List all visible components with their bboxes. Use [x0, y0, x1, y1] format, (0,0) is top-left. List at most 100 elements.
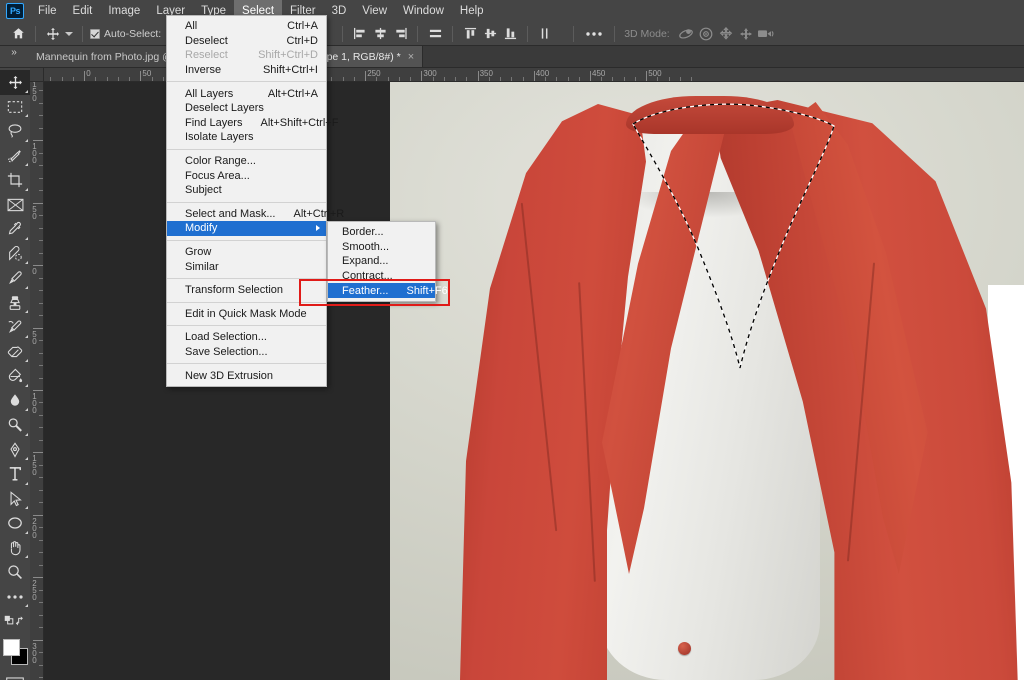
- align-bottom-edges-icon[interactable]: [500, 25, 520, 43]
- zoom-tool[interactable]: [0, 560, 30, 585]
- select-menu-item-deselect[interactable]: Deselect Ctrl+D: [167, 34, 326, 49]
- frame-tool[interactable]: [0, 193, 30, 218]
- roll-3d-icon[interactable]: [696, 25, 716, 43]
- path-selection-tool[interactable]: [0, 487, 30, 512]
- tool-group-indicator: [25, 310, 28, 313]
- align-horizontal-centers-icon[interactable]: [370, 25, 390, 43]
- menu-item-shortcut: Shift+Ctrl+I: [262, 64, 318, 77]
- clone-stamp-tool[interactable]: [0, 291, 30, 316]
- menu-3d[interactable]: 3D: [324, 0, 355, 22]
- menu-item-shortcut: Alt+Shift+Ctrl+F: [260, 116, 339, 129]
- pen-tool[interactable]: [0, 438, 30, 463]
- crop-tool[interactable]: [0, 168, 30, 193]
- menu-help[interactable]: Help: [452, 0, 492, 22]
- distribute-horizontally-icon[interactable]: [425, 25, 445, 43]
- history-brush-tool[interactable]: [0, 315, 30, 340]
- eyedropper-tool[interactable]: [0, 217, 30, 242]
- more-options-icon[interactable]: [581, 25, 607, 43]
- foreground-color-swatch[interactable]: [3, 638, 20, 656]
- align-right-edges-icon[interactable]: [390, 25, 410, 43]
- select-menu-item-all-layers[interactable]: All Layers Alt+Ctrl+A: [167, 86, 326, 101]
- menu-item-label: Smooth...: [342, 240, 390, 253]
- menu-image[interactable]: Image: [100, 0, 148, 22]
- select-menu-item-inverse[interactable]: Inverse Shift+Ctrl+I: [167, 63, 326, 78]
- align-top-edges-icon[interactable]: [460, 25, 480, 43]
- auto-select-checkbox[interactable]: [90, 28, 100, 39]
- select-menu-item-load-selection[interactable]: Load Selection...: [167, 330, 326, 345]
- orbit-3d-icon[interactable]: [676, 25, 696, 43]
- default-colors-and-swap-icons[interactable]: [0, 609, 30, 634]
- menu-item-label: All Layers: [185, 87, 234, 100]
- modify-item-smooth[interactable]: Smooth...: [328, 240, 435, 255]
- menu-item-label: Inverse: [185, 64, 222, 77]
- hand-tool[interactable]: [0, 536, 30, 561]
- select-menu-item-grow[interactable]: Grow: [167, 245, 326, 260]
- modify-item-feather[interactable]: Feather... Shift+F6: [328, 283, 448, 298]
- home-icon[interactable]: [8, 25, 28, 43]
- menu-window[interactable]: Window: [395, 0, 452, 22]
- select-menu-item-color-range[interactable]: Color Range...: [167, 154, 326, 169]
- object-selection-tool[interactable]: [0, 144, 30, 169]
- rectangular-marquee-tool[interactable]: [0, 95, 30, 120]
- select-menu-item-similar[interactable]: Similar: [167, 259, 326, 274]
- ruler-corner[interactable]: [30, 68, 44, 82]
- tool-group-indicator: [25, 530, 28, 534]
- select-menu-item-all[interactable]: All Ctrl+A: [167, 19, 326, 34]
- align-vertical-centers-icon[interactable]: [480, 25, 500, 43]
- select-menu-item-deselect-layers[interactable]: Deselect Layers: [167, 101, 326, 116]
- three-d-mode-label: 3D Mode:: [624, 27, 670, 40]
- close-icon[interactable]: ×: [408, 51, 414, 63]
- align-left-edges-icon[interactable]: [350, 25, 370, 43]
- select-menu-item-subject[interactable]: Subject: [167, 183, 326, 198]
- ellipse-tool[interactable]: [0, 511, 30, 536]
- menu-edit[interactable]: Edit: [65, 0, 101, 22]
- select-menu-item-reselect[interactable]: Reselect Shift+Ctrl+D: [167, 48, 326, 63]
- menu-item-label: Find Layers: [185, 116, 243, 129]
- camera-3d-icon[interactable]: [756, 25, 776, 43]
- menu-file[interactable]: File: [30, 0, 65, 22]
- select-menu-item-isolate-layers[interactable]: Isolate Layers: [167, 130, 326, 145]
- gradient-tool[interactable]: [0, 364, 30, 389]
- horizontal-type-tool[interactable]: [0, 462, 30, 487]
- select-menu-item-focus-area[interactable]: Focus Area...: [167, 168, 326, 183]
- select-menu-item-new-3d-extrusion[interactable]: New 3D Extrusion: [167, 368, 326, 383]
- edit-in-quick-mask-mode-button[interactable]: [0, 672, 30, 680]
- divider: [573, 25, 575, 42]
- select-menu-item-modify[interactable]: Modify: [167, 221, 326, 236]
- modify-item-contract[interactable]: Contract...: [328, 269, 435, 284]
- menu-view[interactable]: View: [354, 0, 395, 22]
- modify-item-expand[interactable]: Expand...: [328, 254, 435, 269]
- lasso-tool[interactable]: [0, 119, 30, 144]
- spot-healing-brush-tool[interactable]: [0, 242, 30, 267]
- modify-submenu[interactable]: Border... Smooth... Expand... Contract... Fe…: [327, 221, 448, 302]
- ruler-label: 250: [367, 69, 381, 78]
- move-tool-icon[interactable]: [43, 25, 63, 43]
- slide-3d-icon[interactable]: [736, 25, 756, 43]
- move-tool[interactable]: [0, 70, 30, 95]
- pan-3d-icon[interactable]: [716, 25, 736, 43]
- brush-tool[interactable]: [0, 266, 30, 291]
- dodge-tool[interactable]: [0, 413, 30, 438]
- select-menu-item-edit-in-quick-mask-mode[interactable]: Edit in Quick Mask Mode: [167, 307, 326, 322]
- select-menu-item-find-layers[interactable]: Find Layers Alt+Shift+Ctrl+F: [167, 116, 338, 131]
- options-bar: Auto-Select: Layer 3D Mode:: [0, 22, 1024, 46]
- ruler-label: 50: [30, 329, 39, 344]
- collapse-panels-button[interactable]: »: [0, 46, 28, 67]
- select-menu-item-select-and-mask[interactable]: Select and Mask... Alt+Ctrl+R: [167, 207, 344, 222]
- menu-separator: [167, 201, 326, 203]
- blur-tool[interactable]: [0, 389, 30, 414]
- modify-item-border[interactable]: Border...: [328, 225, 435, 240]
- document-canvas[interactable]: [390, 82, 1024, 680]
- select-menu-item-save-selection[interactable]: Save Selection...: [167, 345, 326, 360]
- menu-separator: [167, 325, 326, 327]
- edit-toolbar-tool[interactable]: [0, 585, 30, 610]
- select-menu-dropdown[interactable]: All Ctrl+A Deselect Ctrl+D Reselect Shift+Ctr…: [166, 15, 344, 387]
- distribute-vertically-icon[interactable]: [535, 25, 555, 43]
- select-menu-item-transform-selection[interactable]: Transform Selection: [167, 283, 326, 298]
- menu-separator: [167, 363, 326, 365]
- chevron-down-icon[interactable]: [63, 25, 75, 43]
- vertical-ruler[interactable]: 150 100 50 0 50 100 150 200 250 300: [30, 82, 44, 680]
- eraser-tool[interactable]: [0, 340, 30, 365]
- color-swatches[interactable]: [0, 636, 30, 670]
- tool-group-indicator: [25, 163, 28, 166]
